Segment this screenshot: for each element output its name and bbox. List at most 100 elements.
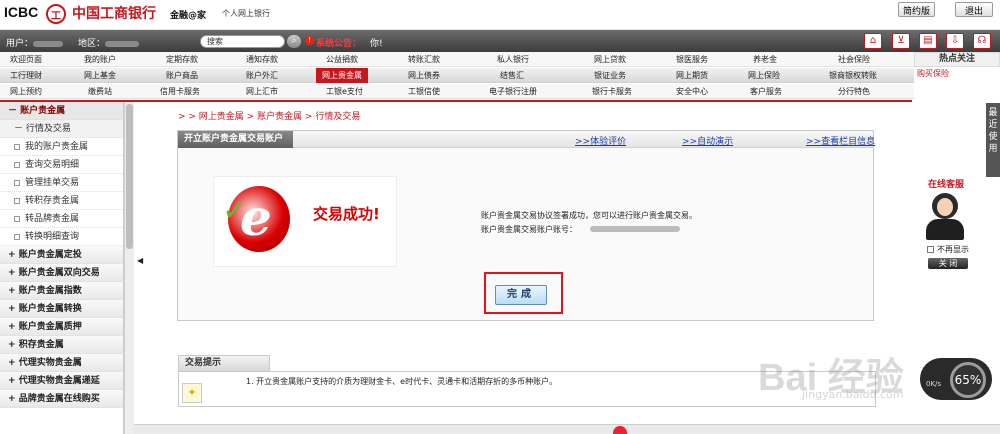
brand-slogan: 金融@家 <box>170 11 207 21</box>
agent-body <box>926 219 964 240</box>
simple-version-button[interactable]: 简约版 <box>898 2 936 17</box>
sidebar-item[interactable]: 转换明细查询 <box>0 228 123 246</box>
check-icon: ✓ <box>222 193 248 228</box>
watermark-url: jingyan.baidu.com <box>802 388 904 401</box>
nav-item[interactable]: 网上保险 <box>748 68 780 83</box>
nav-item[interactable]: 网上预约 <box>10 84 42 99</box>
done-button[interactable]: 完成 <box>495 285 547 305</box>
nav-item[interactable]: 社会保险 <box>838 52 870 67</box>
close-service-button[interactable]: 关 闭 <box>928 258 968 269</box>
memory-percent: 65% <box>950 362 986 398</box>
sidebar-category[interactable]: + 账户贵金属质押 <box>0 318 123 336</box>
sidebar-item[interactable]: 管理挂单交易 <box>0 174 123 192</box>
nav-item[interactable]: 银行卡服务 <box>592 84 632 99</box>
nav-row-2: 工行理财 网上基金 账户商品 账户外汇 网上贵金属 网上债券 结售汇 银证业务 … <box>0 68 914 83</box>
nav-item[interactable]: 账户商品 <box>166 68 198 83</box>
nav-item[interactable]: 私人银行 <box>497 52 529 67</box>
region-label: 地区： <box>78 36 140 49</box>
nav-item[interactable]: 欢迎页面 <box>10 52 42 67</box>
header-bar: ICBC 工 中国工商银行 金融@家 个人网上银行 简约版 退出 <box>0 0 1000 30</box>
sidebar-category[interactable]: + 账户贵金属指数 <box>0 282 123 300</box>
exit-button[interactable]: 退出 <box>955 2 993 17</box>
nav-item[interactable]: 缴费站 <box>88 84 112 99</box>
home-icon[interactable]: ⌂ <box>864 33 882 49</box>
nav-item[interactable]: 信用卡服务 <box>160 84 200 99</box>
panel-title: 开立账户贵金属交易账户 <box>178 131 294 148</box>
sidebar-category[interactable]: + 账户贵金属转换 <box>0 300 123 318</box>
sidebar-category[interactable]: + 账户贵金属定投 <box>0 246 123 264</box>
sidebar-category-open[interactable]: － 账户贵金属 <box>0 102 123 120</box>
column-info-link[interactable]: >>查看栏目信息 <box>806 134 875 147</box>
sidebar-category[interactable]: + 积存贵金属 <box>0 336 123 354</box>
nav-item[interactable]: 网上汇市 <box>246 84 278 99</box>
account-number-value <box>590 226 680 232</box>
nav-item[interactable]: 我的账户 <box>84 52 116 67</box>
bank-name: 中国工商银行 <box>72 6 156 22</box>
sidebar-item[interactable]: － 行情及交易 <box>0 120 123 138</box>
site-subtitle: 个人网上银行 <box>222 9 270 18</box>
nav-item[interactable]: 分行特色 <box>838 84 870 99</box>
lightbulb-icon: ✦ <box>182 383 202 403</box>
sidebar-category[interactable]: + 品牌贵金属在线购买 <box>0 390 123 408</box>
nav-divider <box>0 100 912 102</box>
headset-icon[interactable]: ☊ <box>973 33 991 49</box>
nav-item[interactable]: 工行理财 <box>10 68 42 83</box>
nav-row-1: 欢迎页面 我的账户 定期存款 通知存款 公益捐款 转账汇款 私人银行 网上贷款 … <box>0 52 914 67</box>
nav-item[interactable]: 电子银行注册 <box>489 84 537 99</box>
brand-logo-text: ICBC <box>4 4 39 20</box>
footer-bar <box>134 424 1000 434</box>
search-icon[interactable]: ⌕ <box>287 35 301 48</box>
sidebar-item[interactable]: 转积存贵金属 <box>0 192 123 210</box>
nav-item[interactable]: 客户服务 <box>750 84 782 99</box>
nav-item[interactable]: 公益捐款 <box>326 52 358 67</box>
success-message: 交易成功! <box>313 205 380 223</box>
system-notice-label: 系统公告： <box>316 39 362 49</box>
nav-item[interactable]: 账户外汇 <box>246 68 278 83</box>
nav-item[interactable]: 转账汇款 <box>408 52 440 67</box>
experience-rating-link[interactable]: >>体验评价 <box>575 134 626 147</box>
account-number-label: 账户贵金属交易账户账号： <box>481 225 577 234</box>
hot-topics-title: 热点关注 <box>914 52 1000 67</box>
search-input[interactable]: 搜索 <box>200 35 285 48</box>
nav-item[interactable]: 养老金 <box>753 52 777 67</box>
sidebar-item[interactable]: 查询交易明细 <box>0 156 123 174</box>
nav-item[interactable]: 安全中心 <box>676 84 708 99</box>
nav-item[interactable]: 工银信使 <box>408 84 440 99</box>
nav-item[interactable]: 工银e支付 <box>326 84 363 99</box>
sidebar: － 账户贵金属 － 行情及交易 我的账户贵金属 查询交易明细 管理挂单交易 转积… <box>0 102 124 434</box>
nav-item[interactable]: 银商银权转账 <box>829 68 877 83</box>
nav-item[interactable]: 网上债券 <box>408 68 440 83</box>
no-show-checkbox[interactable]: 不再显示 <box>927 244 969 255</box>
nav-item[interactable]: 银医服务 <box>676 52 708 67</box>
footer-badge-icon <box>613 426 627 434</box>
result-message: 账户贵金属交易协议签署成功，您可以进行账户贵金属交易。 <box>481 211 697 220</box>
cart-icon[interactable]: ⊻ <box>892 33 910 49</box>
nav-item[interactable]: 网上贷款 <box>594 52 626 67</box>
nav-item-active[interactable]: 网上贵金属 <box>316 68 368 83</box>
icbc-logo-icon: 工 <box>46 4 66 24</box>
nav-item[interactable]: 网上基金 <box>84 68 116 83</box>
sidebar-item[interactable]: 我的账户贵金属 <box>0 138 123 156</box>
sidebar-category[interactable]: + 账户贵金属双向交易 <box>0 264 123 282</box>
tips-title: 交易提示 <box>178 355 270 372</box>
nav-item[interactable]: 结售汇 <box>500 68 524 83</box>
sidebar-scroll-thumb[interactable] <box>126 104 133 249</box>
sidebar-category[interactable]: + 代理实物贵金属 <box>0 354 123 372</box>
breadcrumb[interactable]: > > 网上贵金属 > 账户贵金属 > 行情及交易 <box>178 109 360 122</box>
recent-used-tab[interactable]: 最近使用 <box>986 103 1000 177</box>
nav-item[interactable]: 定期存款 <box>166 52 198 67</box>
card-icon[interactable]: ▤ <box>919 33 937 49</box>
auto-demo-link[interactable]: >>自动演示 <box>682 134 733 147</box>
tip-text: 1. 开立贵金属账户支持的介质为理财金卡、e时代卡、灵通卡和活期存折的多币种账户… <box>246 377 558 386</box>
nav-item[interactable]: 通知存款 <box>246 52 278 67</box>
hot-topic-link[interactable]: 购买保险 <box>914 67 1000 101</box>
system-notice-text[interactable]: 你! <box>370 36 383 49</box>
collapse-sidebar-icon[interactable]: ◀ <box>137 256 143 265</box>
download-icon[interactable]: ⇩ <box>946 33 964 49</box>
nav-item[interactable]: 银证业务 <box>594 68 626 83</box>
user-label: 用户： <box>6 36 64 49</box>
sidebar-category[interactable]: + 代理实物贵金属递延 <box>0 372 123 390</box>
network-rate: 0K/s <box>926 380 942 388</box>
nav-item[interactable]: 网上期货 <box>676 68 708 83</box>
sidebar-item[interactable]: 转品牌贵金属 <box>0 210 123 228</box>
